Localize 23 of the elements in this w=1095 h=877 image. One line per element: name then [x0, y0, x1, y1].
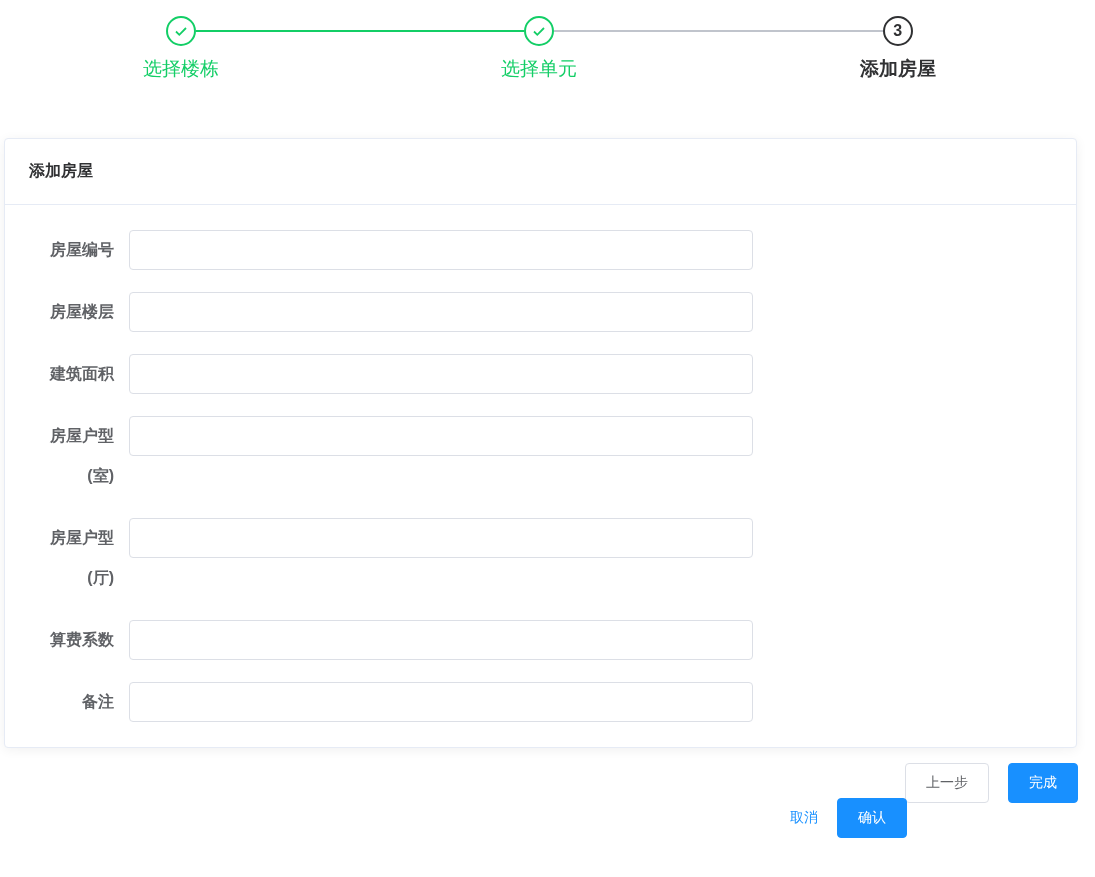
field-label: 房屋户型(室)	[49, 426, 115, 486]
input-field[interactable]	[129, 292, 753, 332]
input-field[interactable]	[129, 354, 753, 394]
cancel-link[interactable]: 取消	[790, 798, 818, 838]
field-label: 房屋楼层	[49, 302, 115, 322]
input-field[interactable]	[129, 682, 753, 722]
action-button[interactable]: 完成	[1008, 763, 1078, 803]
input-field[interactable]	[129, 230, 753, 270]
field-label: 房屋编号	[49, 240, 115, 260]
field-label: 房屋户型(厅)	[49, 528, 115, 588]
step-label: 添加房屋	[859, 57, 936, 81]
field-label: 建筑面积	[48, 364, 115, 384]
input-field[interactable]	[129, 518, 753, 558]
field-label: 备注	[81, 692, 115, 712]
field-label: 算费系数	[49, 630, 115, 650]
action-button[interactable]: 上一步	[905, 763, 989, 803]
input-field[interactable]	[129, 416, 753, 456]
step-label: 选择单元	[501, 57, 578, 81]
card-title: 添加房屋	[29, 161, 93, 181]
action-button[interactable]: 确认	[837, 798, 907, 838]
input-field[interactable]	[129, 620, 753, 660]
step-circle: 3	[882, 16, 913, 46]
step-label: 选择楼栋	[143, 57, 220, 81]
